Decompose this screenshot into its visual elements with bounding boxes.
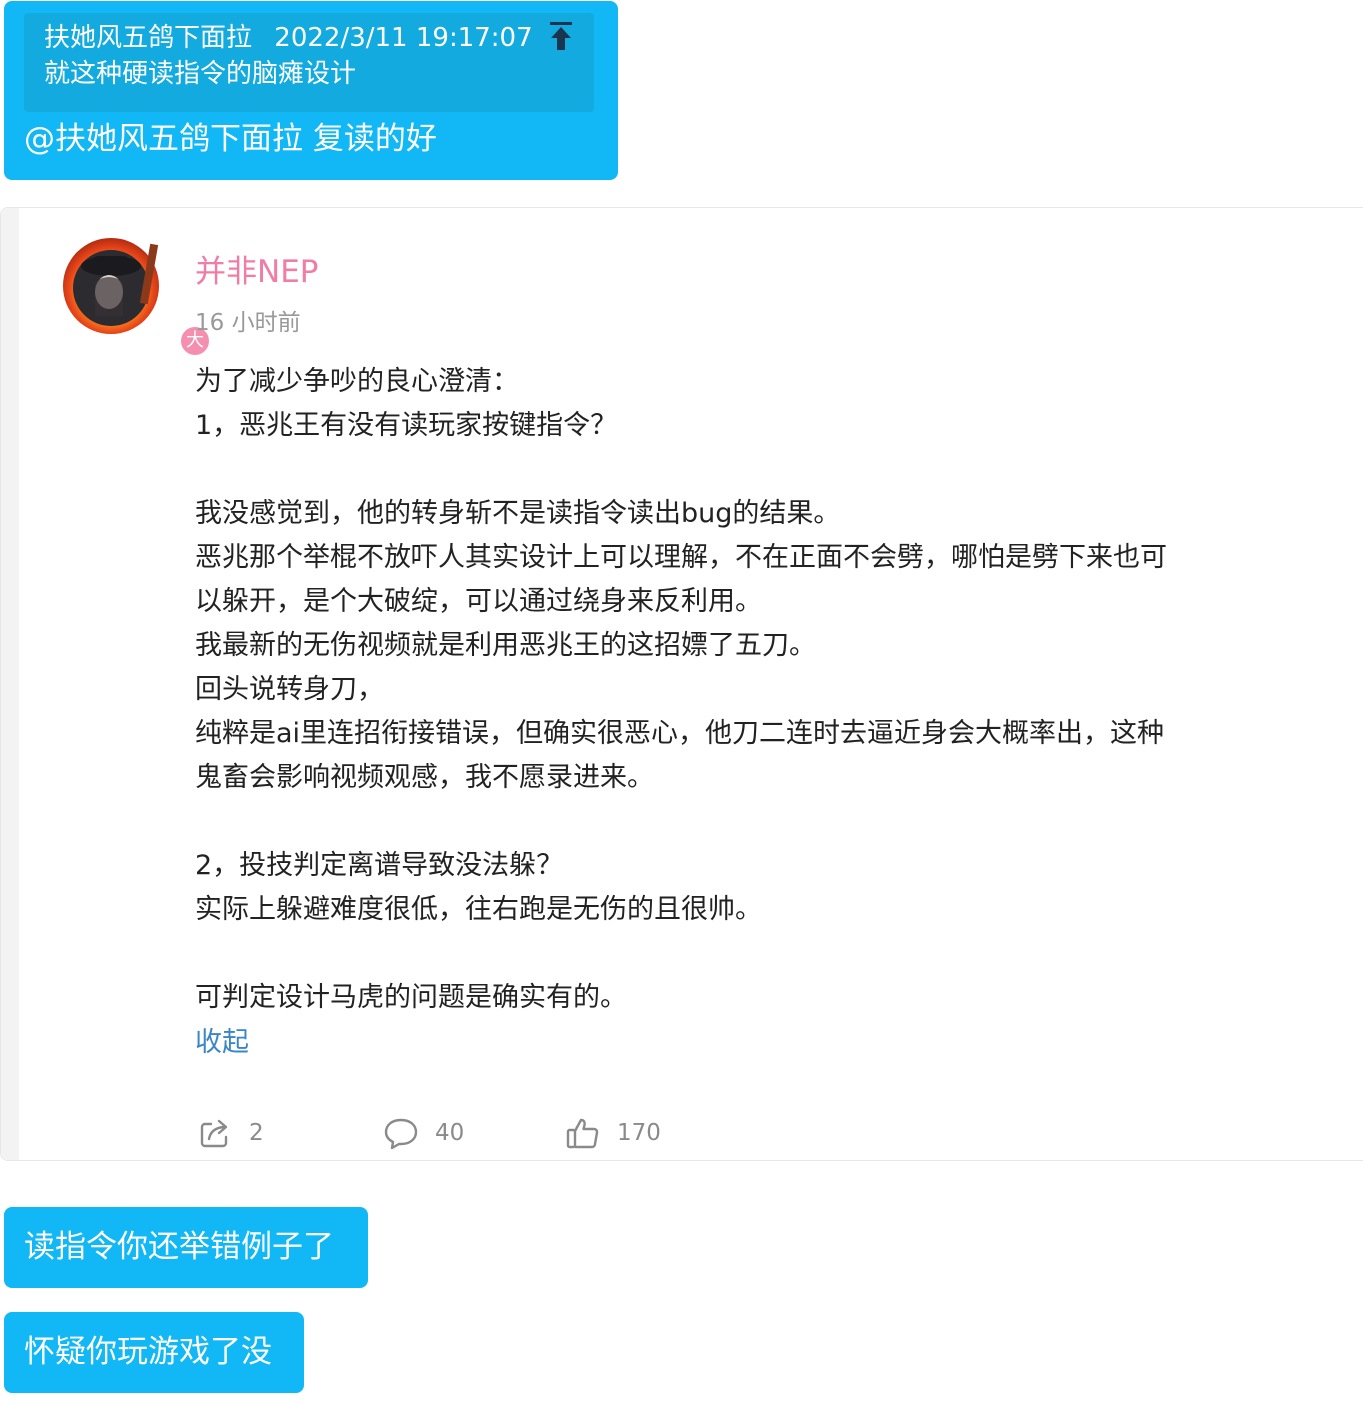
like-count: 170: [617, 1120, 661, 1146]
comment-count: 40: [435, 1120, 465, 1146]
post-line: 我没感觉到，他的转身斩不是读指令读出bug的结果。: [195, 498, 841, 529]
post-line: 以躲开，是个大破绽，可以通过绕身来反利用。: [195, 586, 762, 617]
quoted-message[interactable]: 扶她风五鸽下面拉 2022/3/11 19:17:07 就这种硬读指令的脑瘫设计: [24, 13, 594, 112]
post-line: 实际上躲避难度很低，往右跑是无伤的且很帅。: [195, 894, 762, 925]
quote-time: 2022/3/11 19:17:07: [274, 23, 533, 53]
post-timestamp: 16 小时前: [195, 310, 301, 336]
like-button[interactable]: 170: [565, 1113, 661, 1153]
post-line: 我最新的无伤视频就是利用恶兆王的这招嫖了五刀。: [195, 630, 816, 661]
quote-author: 扶她风五鸽下面拉: [44, 23, 253, 53]
share-count: 2: [249, 1120, 264, 1146]
post-line: [195, 800, 1255, 844]
post-line: [195, 932, 1255, 976]
post-line: 为了减少争吵的良心澄清：: [195, 366, 519, 397]
share-icon: [200, 1119, 228, 1148]
comment-button[interactable]: 40: [383, 1113, 464, 1153]
post-line: 恶兆那个举棍不放吓人其实设计上可以理解，不在正面不会劈，哪怕是劈下来也可: [195, 542, 1167, 573]
post-line: 鬼畜会影响视频观感，我不愿录进来。: [195, 762, 654, 793]
avatar-image: [63, 238, 159, 334]
message-bubble[interactable]: 怀疑你玩游戏了没: [4, 1312, 304, 1393]
username[interactable]: 并非NEP: [195, 246, 318, 291]
message-bubble-quote-reply[interactable]: 扶她风五鸽下面拉 2022/3/11 19:17:07 就这种硬读指令的脑瘫设计…: [4, 1, 618, 180]
quote-text: 就这种硬读指令的脑瘫设计: [44, 59, 357, 89]
forwarded-post-card[interactable]: 大 并非NEP 16 小时前 为了减少争吵的良心澄清： 1，恶兆王有没有读玩家按…: [0, 207, 1363, 1161]
post-body: 为了减少争吵的良心澄清： 1，恶兆王有没有读玩家按键指令？ 我没感觉到，他的转身…: [195, 360, 1255, 1020]
post-line: 纯粹是ai里连招衔接错误，但确实很恶心，他刀二连时去逼近身会大概率出，这种: [195, 718, 1165, 749]
message-bubble[interactable]: 读指令你还举错例子了: [4, 1207, 368, 1288]
post-line: 2，投技判定离谱导致没法躲？: [195, 850, 564, 881]
post-line: 可判定设计马虎的问题是确实有的。: [195, 982, 627, 1013]
post-line: 1，恶兆王有没有读玩家按键指令？: [195, 410, 618, 441]
post-line: 回头说转身刀，: [195, 674, 384, 705]
card-left-stripe: [1, 208, 19, 1160]
collapse-link[interactable]: 收起: [195, 1020, 249, 1059]
quote-header: 扶她风五鸽下面拉 2022/3/11 19:17:07: [44, 23, 533, 54]
message-text: 怀疑你玩游戏了没: [24, 1334, 272, 1370]
jump-to-top-icon[interactable]: [544, 19, 578, 53]
reply-text: @扶她风五鸽下面拉 复读的好: [24, 121, 437, 157]
chat-page: 扶她风五鸽下面拉 2022/3/11 19:17:07 就这种硬读指令的脑瘫设计…: [0, 0, 1363, 1405]
avatar[interactable]: 大: [59, 236, 211, 357]
comment-icon: [384, 1118, 418, 1150]
thumbs-up-icon: [566, 1118, 599, 1149]
share-button[interactable]: 2: [197, 1113, 264, 1153]
message-text: 读指令你还举错例子了: [24, 1229, 334, 1265]
post-line: [195, 448, 1255, 492]
